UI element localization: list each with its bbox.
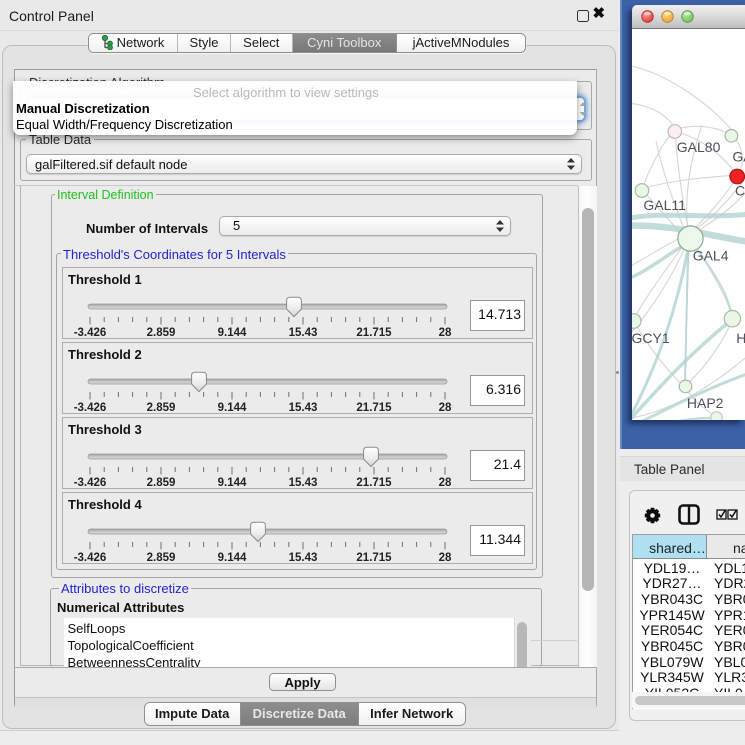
svg-text:GA: GA (732, 149, 745, 165)
svg-text:HAP2: HAP2 (687, 395, 724, 411)
svg-text:2.859: 2.859 (147, 327, 176, 339)
svg-text:28: 28 (439, 327, 452, 339)
svg-text:2.859: 2.859 (147, 552, 176, 564)
svg-text:GAL4: GAL4 (693, 248, 729, 264)
svg-text:28: 28 (439, 477, 452, 489)
svg-text:GAL11: GAL11 (643, 197, 686, 213)
svg-text:-3.426: -3.426 (74, 327, 107, 339)
svg-text:-3.426: -3.426 (74, 552, 107, 564)
svg-text:21.715: 21.715 (356, 552, 392, 564)
svg-text:21.715: 21.715 (356, 327, 392, 339)
svg-text:21.715: 21.715 (356, 402, 392, 414)
svg-text:2.859: 2.859 (147, 402, 176, 414)
svg-text:2.859: 2.859 (147, 477, 176, 489)
svg-text:28: 28 (439, 552, 452, 564)
svg-text:9.144: 9.144 (218, 327, 247, 339)
svg-text:-3.426: -3.426 (74, 402, 107, 414)
svg-text:15.43: 15.43 (289, 552, 318, 564)
svg-text:21.715: 21.715 (356, 477, 392, 489)
svg-text:GAL80: GAL80 (677, 139, 721, 155)
svg-text:H: H (736, 330, 745, 346)
svg-text:GCY1: GCY1 (632, 330, 670, 346)
svg-text:9.144: 9.144 (218, 552, 247, 564)
svg-text:C: C (735, 182, 745, 198)
svg-text:9.144: 9.144 (218, 477, 247, 489)
svg-text:9.144: 9.144 (218, 402, 247, 414)
svg-text:28: 28 (439, 402, 452, 414)
svg-text:15.43: 15.43 (289, 327, 318, 339)
svg-text:15.43: 15.43 (289, 477, 318, 489)
svg-text:15.43: 15.43 (289, 402, 318, 414)
svg-text:-3.426: -3.426 (74, 477, 107, 489)
